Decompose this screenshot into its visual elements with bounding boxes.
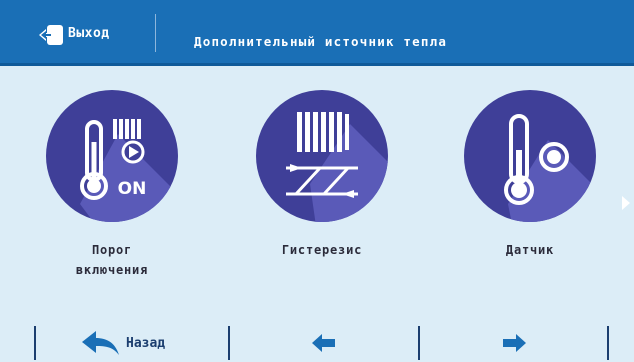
chevron-right-icon[interactable] [622, 196, 630, 210]
arrow-right-icon [503, 334, 526, 352]
thermometer-radiator-play-on-icon: ON [46, 90, 178, 222]
next-button[interactable] [420, 318, 607, 362]
arrow-left-icon [312, 334, 335, 352]
top-bar: Выход Дополнительный источник тепла [0, 0, 634, 66]
tile-hysteresis[interactable] [250, 84, 394, 232]
page-title: Дополнительный источник тепла [194, 34, 448, 49]
back-label: Назад [126, 336, 166, 351]
back-arrow-icon [82, 331, 119, 355]
thermometer-sensor-icon [464, 90, 596, 222]
back-button[interactable]: Назад [36, 318, 228, 362]
tile-sensor[interactable] [458, 84, 602, 232]
tile-hysteresis-label: Гистерезис [281, 243, 363, 257]
footer-divider [607, 326, 609, 360]
exit-door-icon [39, 25, 63, 45]
header-divider [155, 14, 156, 52]
radiator-hysteresis-icon [256, 90, 388, 222]
footer-nav: Назад [0, 318, 634, 362]
on-text: ON [118, 179, 147, 199]
exit-button[interactable]: Выход [0, 0, 156, 63]
previous-button[interactable] [230, 318, 418, 362]
exit-label: Выход [68, 26, 110, 41]
tile-threshold[interactable]: ON [40, 84, 184, 232]
tile-sensor-label: Датчик [505, 243, 555, 257]
tile-threshold-label: Порог включения [75, 243, 149, 277]
